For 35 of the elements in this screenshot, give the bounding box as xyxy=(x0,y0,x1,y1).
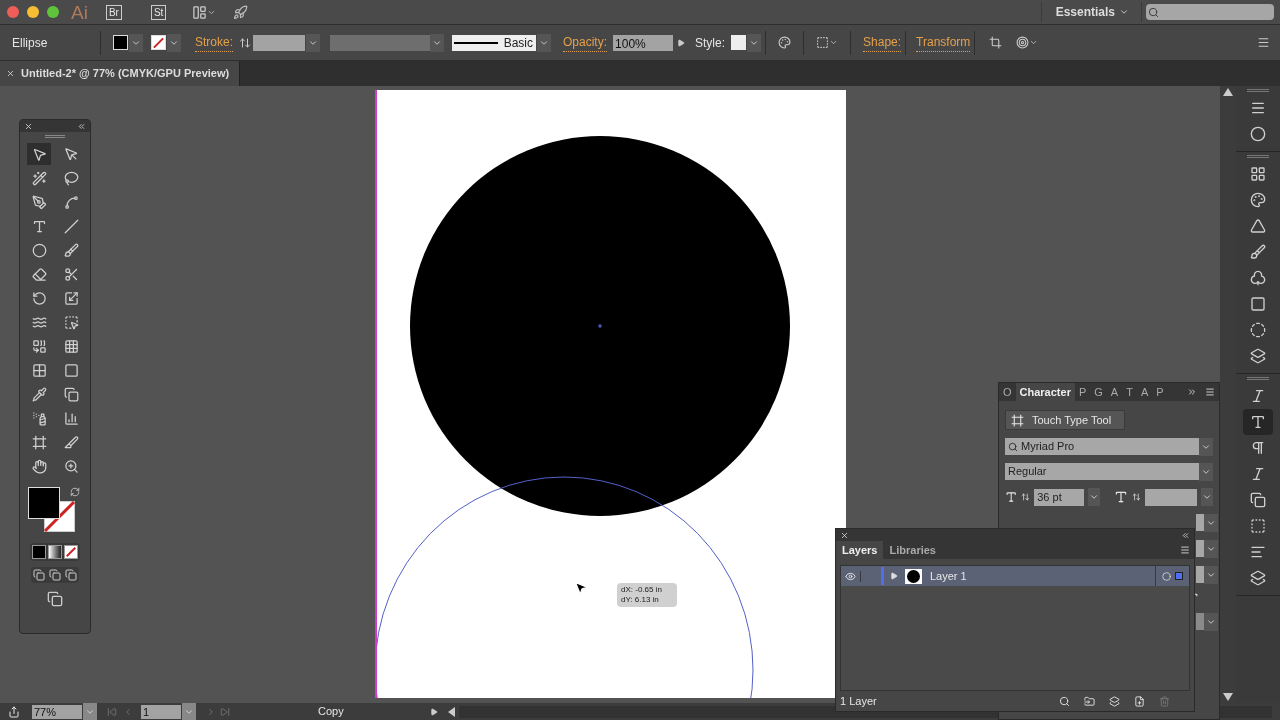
tooltip-text: dX: -0.65 in xyxy=(621,585,663,595)
tooltip-text: dY: 6.13 in xyxy=(621,595,660,605)
layer-name: Layer 1 xyxy=(930,568,968,584)
font-family-field[interactable]: Myriad Pro xyxy=(1005,438,1213,455)
status-mode: Copy xyxy=(318,704,345,720)
panel-tab[interactable]: O xyxy=(999,383,1016,401)
panel-tab[interactable]: T xyxy=(1122,383,1137,401)
panel-tab[interactable]: P xyxy=(1074,383,1091,401)
panel-tab[interactable]: G xyxy=(1090,383,1107,401)
app-logo: Ai xyxy=(71,2,88,22)
font-size-field[interactable]: 36 pt xyxy=(1034,488,1085,506)
opacity-link[interactable]: Opacity: xyxy=(563,33,608,52)
panel-tab[interactable]: P xyxy=(1152,383,1168,401)
touch-type-button[interactable]: Touch Type Tool xyxy=(1005,410,1125,430)
panel-tab[interactable]: A xyxy=(1136,383,1153,401)
object-type: Ellipse xyxy=(12,34,49,52)
zoom-field[interactable]: 77% xyxy=(32,704,82,719)
bridge-button[interactable]: Br xyxy=(105,4,122,20)
stock-button[interactable]: St xyxy=(150,4,167,20)
layer-row[interactable]: Layer 1 xyxy=(841,566,1189,586)
style-label: Style: xyxy=(695,34,726,52)
opacity-field[interactable]: 100% xyxy=(613,34,674,51)
layer-count: 1 Layer xyxy=(840,693,878,709)
panel-tab[interactable]: Layers xyxy=(836,541,884,559)
panel-tab[interactable]: Libraries xyxy=(883,541,942,559)
artboard-field[interactable]: 1 xyxy=(141,704,181,719)
panel-tab[interactable]: A xyxy=(1106,383,1123,401)
shape-link[interactable]: Shape: xyxy=(863,33,902,52)
stroke-link[interactable]: Stroke: xyxy=(195,33,233,52)
workspace-switcher[interactable]: Essentials xyxy=(1047,3,1137,21)
brush-field[interactable]: Basic xyxy=(452,34,536,51)
transform-link[interactable]: Transform xyxy=(916,33,971,52)
document-tab[interactable]: Untitled-2* @ 77% (CMYK/GPU Preview) xyxy=(0,61,240,86)
panel-tab[interactable]: Character xyxy=(1015,383,1075,401)
font-style-field[interactable]: Regular xyxy=(1005,463,1213,480)
